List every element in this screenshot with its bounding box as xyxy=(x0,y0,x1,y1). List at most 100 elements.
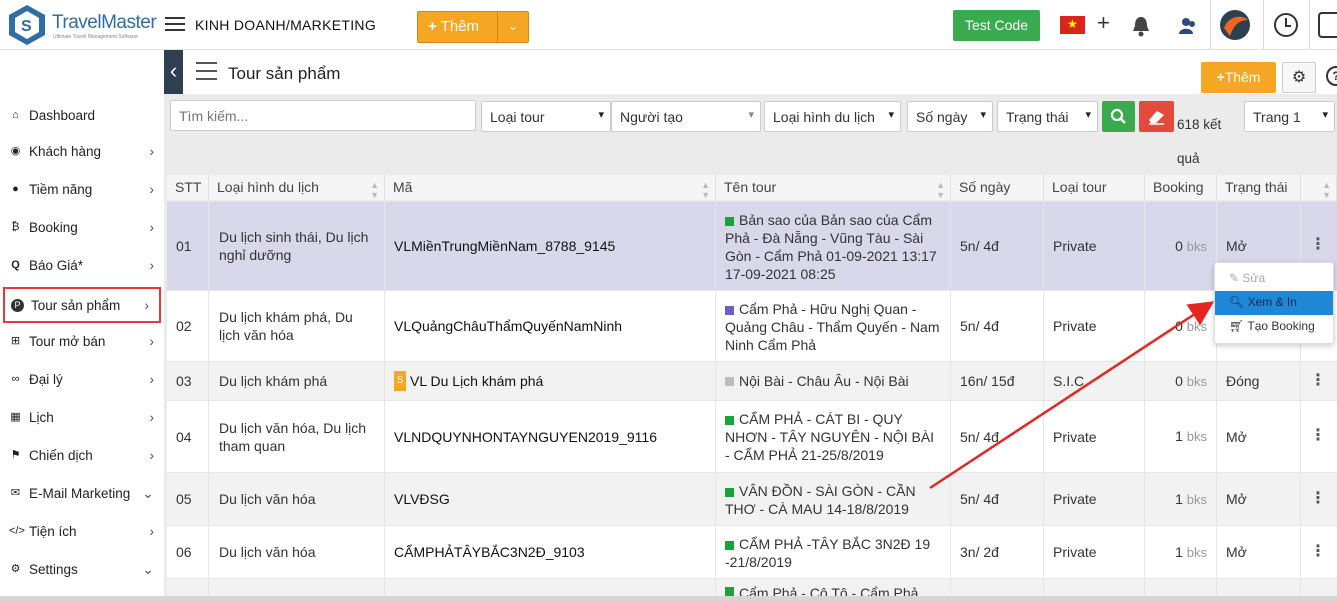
sidebar-item-booking[interactable]: ₿ Booking › xyxy=(0,211,164,247)
chevron-down-icon: ▾ xyxy=(1085,109,1091,121)
cell-tour-name[interactable]: VÂN ĐỒN - SÀI GÒN - CẦN THƠ - CÀ MAU 14-… xyxy=(716,473,951,525)
table-row[interactable]: 05 Du lịch văn hóa VLVĐSG VÂN ĐỒN - SÀI … xyxy=(167,472,1337,525)
cell-tour-type: Private xyxy=(1044,526,1145,578)
col-header-category[interactable]: Loại hình du lịch ▲ ▼ xyxy=(209,175,385,200)
menu-item-edit[interactable]: ✎ Sửa xyxy=(1215,267,1333,291)
clock-icon[interactable] xyxy=(1274,13,1298,37)
sidebar-item-customers[interactable]: ◉ Khách hàng › xyxy=(0,135,164,171)
users-icon[interactable] xyxy=(1178,14,1198,38)
sidebar-item-label: Lịch xyxy=(29,410,54,425)
col-header-status[interactable]: Trạng thái xyxy=(1217,175,1301,200)
row-actions-icon[interactable]: ⋮ xyxy=(1310,425,1326,445)
sort-icon: ▲ ▼ xyxy=(1322,180,1331,200)
row-actions-icon[interactable]: ⋮ xyxy=(1310,234,1326,254)
cell-tour-name[interactable]: CẨM PHẢ -TÂY BẮC 3N2Đ 19 -21/8/2019 xyxy=(716,526,951,578)
app-logo[interactable]: S TravelMaster Ultimate Travel Managemen… xyxy=(6,3,157,47)
booking-count: 0 xyxy=(1175,317,1183,334)
sidebar-item-settings[interactable]: ⚙ Settings ⌄ xyxy=(0,553,164,589)
cell-tour-name[interactable]: Nội Bài - Châu Âu - Nội Bài xyxy=(716,362,951,400)
sidebar-item-email-marketing[interactable]: ✉ E-Mail Marketing ⌄ xyxy=(0,477,164,513)
col-header-tour-name[interactable]: Tên tour ▲ ▼ xyxy=(716,175,951,200)
col-header-days[interactable]: Số ngày xyxy=(951,175,1044,200)
chevron-down-icon: ▾ xyxy=(888,109,894,121)
menu-item-label: Xem & In xyxy=(1247,295,1297,309)
cell-code[interactable]: VLQuảngChâuThẩmQuyếnNamNinh xyxy=(385,291,716,361)
add-button[interactable]: + Thêm ⌄ xyxy=(417,11,529,43)
cell-stt: 03 xyxy=(167,362,209,400)
pencil-icon: ✎ xyxy=(1229,271,1240,285)
plus-icon[interactable]: + xyxy=(1097,10,1110,36)
table-row[interactable]: 04 Du lịch văn hóa, Du lịch tham quan VL… xyxy=(167,400,1337,472)
cell-booking: 1 bks xyxy=(1145,473,1217,525)
creator-select[interactable]: Người tạo ▾ xyxy=(611,101,761,132)
vietnam-flag-icon[interactable] xyxy=(1060,16,1085,34)
bell-icon[interactable] xyxy=(1131,14,1151,38)
sidebar-item-calendar[interactable]: ▦ Lịch › xyxy=(0,401,164,437)
chevron-right-icon: › xyxy=(144,297,149,313)
cell-status: Mở xyxy=(1217,401,1301,472)
status-select[interactable]: Trạng thái ▾ xyxy=(997,101,1098,132)
clear-filters-button[interactable] xyxy=(1139,101,1174,132)
cell-code[interactable]: VLMiềnTrungMiềnNam_8788_9145 xyxy=(385,202,716,290)
travel-category-select[interactable]: Loại hình du lịch ▾ xyxy=(764,101,901,132)
cell-code[interactable]: VLVĐSG xyxy=(385,473,716,525)
sidebar-item-dashboard[interactable]: ⌂ Dashboard xyxy=(0,99,164,135)
cell-code[interactable]: S VL Du Lịch khám phá xyxy=(385,362,716,400)
col-header-booking[interactable]: Booking xyxy=(1145,175,1217,200)
cell-days: 5n/ 4đ xyxy=(951,401,1044,472)
bitcoin-icon: ₿ xyxy=(11,221,20,233)
logo-subtitle: Ultimate Travel Management Software xyxy=(53,34,139,40)
help-icon[interactable]: ? xyxy=(1326,66,1337,86)
menu-item-create-booking[interactable]: 🛒︎ Tạo Booking xyxy=(1215,315,1333,339)
sidebar-item-campaigns[interactable]: ⚑ Chiến dịch › xyxy=(0,439,164,475)
row-actions-icon[interactable]: ⋮ xyxy=(1310,541,1326,561)
row-actions-icon[interactable]: ⋮ xyxy=(1310,370,1326,390)
col-header-stt[interactable]: STT xyxy=(167,175,209,200)
cell-tour-name[interactable]: Cẩm Phả - Hữu Nghị Quan - Quảng Châu - T… xyxy=(716,291,951,361)
search-button[interactable] xyxy=(1102,101,1135,132)
sidebar-item-open-tours[interactable]: ⊞ Tour mở bán › xyxy=(0,325,164,361)
table-row[interactable]: Cẩm Phả - Cô Tô - Cẩm Phả xyxy=(167,578,1337,598)
sidebar-item-label: Báo Giá* xyxy=(29,258,84,273)
sidebar-item-quotes[interactable]: Q Báo Giá* › xyxy=(0,249,164,285)
tour-type-value: Loại tour xyxy=(490,109,545,125)
sidebar-item-tour-products[interactable]: P Tour sản phẩm › xyxy=(3,287,161,323)
page-select[interactable]: Trang 1 ▾ xyxy=(1244,101,1335,132)
table-row[interactable]: 06 Du lịch văn hóa CẨMPHẢTÂYBẮC3N2Đ_9103… xyxy=(167,525,1337,578)
days-value: Số ngày xyxy=(916,109,968,125)
handshake-icon: ∞ xyxy=(11,373,20,385)
table-row[interactable]: 01 Du lịch sinh thái, Du lịch nghỉ dưỡng… xyxy=(167,201,1337,290)
add-tour-button[interactable]: +Thêm xyxy=(1201,62,1276,93)
cell-tour-name[interactable]: CẨM PHẢ - CÁT BI - QUY NHƠN - TÂY NGUYÊN… xyxy=(716,401,951,472)
sidebar-item-leads[interactable]: ● Tiềm năng › xyxy=(0,173,164,209)
col-header-tour-type[interactable]: Loại tour xyxy=(1044,175,1145,200)
test-code-button[interactable]: Test Code xyxy=(953,10,1040,41)
menu-toggle-icon[interactable] xyxy=(165,14,185,36)
status-value: Trạng thái xyxy=(1006,109,1069,125)
list-menu-icon[interactable] xyxy=(196,62,217,82)
tour-type-select[interactable]: Loại tour ▾ xyxy=(481,101,611,132)
logo-text: TravelMaster xyxy=(52,12,157,33)
sidebar-item-agents[interactable]: ∞ Đại lý › xyxy=(0,363,164,399)
settings-gear-icon[interactable]: ⚙ xyxy=(1282,62,1316,93)
horizontal-scrollbar[interactable] xyxy=(0,596,1337,601)
tour-name-text: Nội Bài - Châu Âu - Nội Bài xyxy=(739,373,909,389)
collapse-sidebar-button[interactable]: ‹ xyxy=(164,50,183,94)
sidebar-item-utilities[interactable]: </> Tiện ích › xyxy=(0,515,164,551)
table-row[interactable]: 02 Du lịch khám phá, Du lịch văn hóa VLQ… xyxy=(167,290,1337,361)
brand-logo-icon[interactable] xyxy=(1218,8,1252,42)
search-input[interactable] xyxy=(170,100,476,131)
window-icon[interactable] xyxy=(1318,12,1337,38)
days-select[interactable]: Số ngày ▾ xyxy=(907,101,993,132)
col-header-code[interactable]: Mã ▲ ▼ xyxy=(385,175,716,200)
menu-item-view-print[interactable]: 🔍︎ Xem & In xyxy=(1215,291,1333,315)
cell-tour-name[interactable]: Bản sao của Bản sao của Cẩm Phả - Đà Nẵn… xyxy=(716,202,951,290)
status-color-icon xyxy=(725,216,734,226)
cell-code[interactable]: CẨMPHẢTÂYBẮC3N2Đ_9103 xyxy=(385,526,716,578)
cell-code[interactable]: VLNDQUYNHONTAYNGUYEN2019_9116 xyxy=(385,401,716,472)
status-color-icon xyxy=(725,376,734,386)
cell-days: 16n/ 15đ xyxy=(951,362,1044,400)
table-row[interactable]: 03 Du lịch khám phá S VL Du Lịch khám phá… xyxy=(167,361,1337,400)
chevron-down-icon[interactable]: ⌄ xyxy=(497,12,528,42)
row-actions-icon[interactable]: ⋮ xyxy=(1310,488,1326,508)
